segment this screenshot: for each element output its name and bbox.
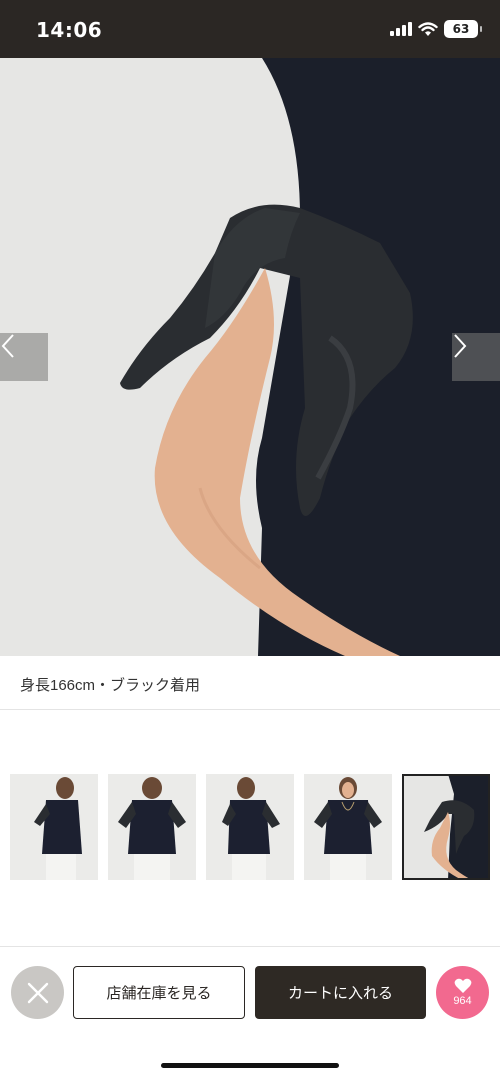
product-photo bbox=[0, 58, 500, 656]
favorite-button[interactable]: 964 bbox=[436, 966, 489, 1019]
thumbnail-side-back-view[interactable] bbox=[206, 774, 294, 880]
main-product-image[interactable] bbox=[0, 58, 500, 656]
divider bbox=[0, 709, 500, 710]
prev-image-button[interactable] bbox=[0, 333, 48, 381]
close-button[interactable] bbox=[11, 966, 64, 1019]
signal-icon bbox=[390, 22, 412, 36]
status-bar: 14:06 63 bbox=[0, 0, 500, 58]
thumbnail-side-view[interactable] bbox=[10, 774, 98, 880]
image-caption: 身長166cm・ブラック着用 bbox=[20, 677, 201, 694]
close-icon bbox=[27, 982, 48, 1003]
chevron-left-icon bbox=[1, 334, 14, 358]
divider bbox=[0, 946, 500, 947]
thumbnail-strip bbox=[10, 774, 490, 880]
thumbnail-sleeve-closeup[interactable] bbox=[402, 774, 490, 880]
thumbnail-back-view[interactable] bbox=[108, 774, 196, 880]
store-stock-button[interactable]: 店舗在庫を見る bbox=[73, 966, 245, 1019]
home-indicator[interactable] bbox=[161, 1063, 339, 1068]
favorite-count: 964 bbox=[453, 995, 472, 1007]
wifi-icon bbox=[418, 21, 438, 36]
heart-icon bbox=[454, 978, 471, 993]
thumbnail-front-view[interactable] bbox=[304, 774, 392, 880]
battery-icon: 63 bbox=[444, 20, 482, 38]
status-icons: 63 bbox=[390, 20, 482, 38]
next-image-button[interactable] bbox=[452, 333, 500, 381]
chevron-right-icon bbox=[454, 334, 467, 358]
add-to-cart-button[interactable]: カートに入れる bbox=[255, 966, 426, 1019]
battery-level: 63 bbox=[452, 22, 470, 36]
status-time: 14:06 bbox=[36, 18, 103, 42]
